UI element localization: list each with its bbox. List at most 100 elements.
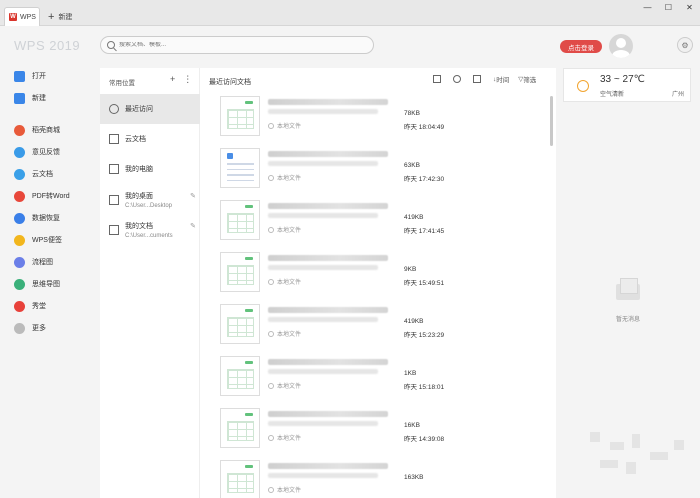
more-options-icon[interactable]: ⋮ [183,74,192,85]
empty-message-text: 暂无消息 [615,317,640,323]
file-thumbnail [220,408,260,448]
sidebar-item-5[interactable]: PDF转Word [14,190,70,202]
location-item-2[interactable]: 我的电脑 [100,156,200,182]
pin-icon[interactable]: ✎ [190,222,196,230]
pin-icon[interactable]: ✎ [190,192,196,200]
brand-title: WPS 2019 [14,38,81,53]
file-row[interactable]: 本地文件 1KB 昨天 15:18:01 [218,356,538,400]
file-time: 昨天 18:04:49 [404,124,445,131]
sidebar-item-6[interactable]: 数据恢复 [14,212,60,224]
gear-icon: ⚙ [681,40,689,50]
cloud-doc-icon [109,134,119,144]
close-button[interactable]: ✕ [679,0,700,14]
sidebar-item-label: 稻壳商城 [32,127,60,134]
file-row[interactable]: 本地文件 419KB 昨天 17:41:45 [218,200,538,244]
file-location-text: 本地文件 [277,488,302,494]
file-location: 本地文件 [268,433,301,442]
sort-button[interactable]: ↓ 时间 [493,74,509,85]
file-row[interactable]: 本地文件 419KB 昨天 15:23:29 [218,304,538,348]
avatar[interactable] [609,34,633,58]
tab-new[interactable]: + 新建 [48,11,72,22]
file-location-text: 本地文件 [277,384,302,390]
sheet-grid [227,473,254,493]
search-input[interactable] [119,42,319,48]
sidebar-item-11[interactable]: 更多 [14,322,46,334]
file-name-blurred-line [268,161,378,166]
sheet-mark-icon [245,413,253,416]
file-row[interactable]: 本地文件 163KB [218,460,538,498]
maximize-button[interactable]: ☐ [658,0,679,14]
sidebar-item-label: 打开 [32,73,46,80]
location-label: 我的桌面 [125,193,153,200]
recent-files-panel: 最近访问文档 ↓ 时间 ▽ 筛选 本地文件 78KB 昨天 18:04:49 本地文件 63… [200,68,556,498]
sun-icon [572,75,592,95]
file-row[interactable]: 本地文件 9KB 昨天 15:49:51 [218,252,538,296]
filter-label: 筛选 [523,77,537,84]
sidebar-item-3[interactable]: 意见反馈 [14,146,60,158]
wps-logo-icon: W [9,13,17,21]
location-item-0[interactable]: 最近访问 [100,94,200,124]
file-size: 78KB [404,110,420,117]
sheet-mark-icon [245,309,253,312]
location-item-3[interactable]: ✎ 我的桌面 C:\User...Desktop [100,186,200,214]
file-row[interactable]: 本地文件 16KB 昨天 14:39:08 [218,408,538,452]
file-location: 本地文件 [268,277,301,286]
doc-mark-icon [227,153,233,159]
sidebar-item-9[interactable]: 思维导图 [14,278,60,290]
sidebar: 打开新建稻壳商城意见反馈云文档 PDF转Word 数据恢复 WPS便签流程图思维导图秀… [0,64,96,498]
locations-header: 常用位置 [109,80,135,87]
file-row[interactable]: 本地文件 78KB 昨天 18:04:49 [218,96,538,140]
file-name-blurred [268,359,388,365]
minimize-button[interactable]: — [637,0,658,14]
file-time: 昨天 17:41:45 [404,228,445,235]
add-location-button[interactable]: + [170,74,175,85]
filter-button[interactable]: ▽ 筛选 [518,74,536,84]
note-icon [14,234,25,246]
sidebar-item-10[interactable]: 秀堂 [14,300,46,312]
pdf-icon [14,190,25,202]
view-mode-button[interactable] [473,75,484,83]
sidebar-item-7[interactable]: WPS便签 [14,234,62,246]
file-location: 本地文件 [268,381,301,390]
sidebar-item-4[interactable]: 云文档 [14,168,53,180]
search-box[interactable] [100,36,374,54]
envelope-icon [616,278,640,300]
file-name-blurred [268,99,388,105]
location-item-1[interactable]: 云文档 [100,126,200,152]
header: WPS 2019 点击登录 ⚙ [0,26,700,64]
store-icon [14,124,25,136]
sidebar-item-2[interactable]: 稻壳商城 [14,124,60,136]
clock-icon [109,104,119,114]
file-name-blurred [268,203,388,209]
file-location-text: 本地文件 [277,436,302,442]
recover-icon [14,212,25,224]
file-thumbnail [220,252,260,292]
sidebar-item-1[interactable]: 新建 [14,92,46,104]
list-view-icon [473,75,481,83]
sidebar-item-0[interactable]: 打开 [14,70,46,82]
refresh-button[interactable] [453,75,464,83]
lock-button[interactable] [433,75,444,83]
weather-city: 广州 [671,92,684,98]
settings-button[interactable]: ⚙ [677,37,693,53]
sidebar-item-8[interactable]: 流程图 [14,256,53,268]
cloud-icon [14,168,25,180]
locations-panel: 常用位置 + ⋮ 最近访问 云文档 我的电脑 ✎ 我的桌面 C:\User...Deskt… [100,68,200,498]
weather-card[interactable]: 33 ~ 27℃ 空气清新 广州 [563,68,691,102]
sidebar-item-label: 云文档 [32,171,53,178]
weather-air-quality: 空气清新 [600,92,625,98]
feedback-icon [14,146,25,158]
sheet-mark-icon [245,257,253,260]
file-row[interactable]: 本地文件 63KB 昨天 17:42:30 [218,148,538,192]
login-button[interactable]: 点击登录 [560,40,602,53]
sheet-grid [227,317,254,337]
sheet-grid [227,109,254,129]
desktop-icon [109,195,119,205]
file-size: 16KB [404,422,420,429]
tab-wps-home[interactable]: W WPS [4,7,40,26]
file-time: 昨天 17:42:30 [404,176,445,183]
file-list-scrollbar[interactable] [550,96,553,146]
location-item-4[interactable]: ✎ 我的文档 C:\User...cuments [100,216,200,244]
heart-icon [268,330,274,337]
folder-icon [14,70,25,82]
